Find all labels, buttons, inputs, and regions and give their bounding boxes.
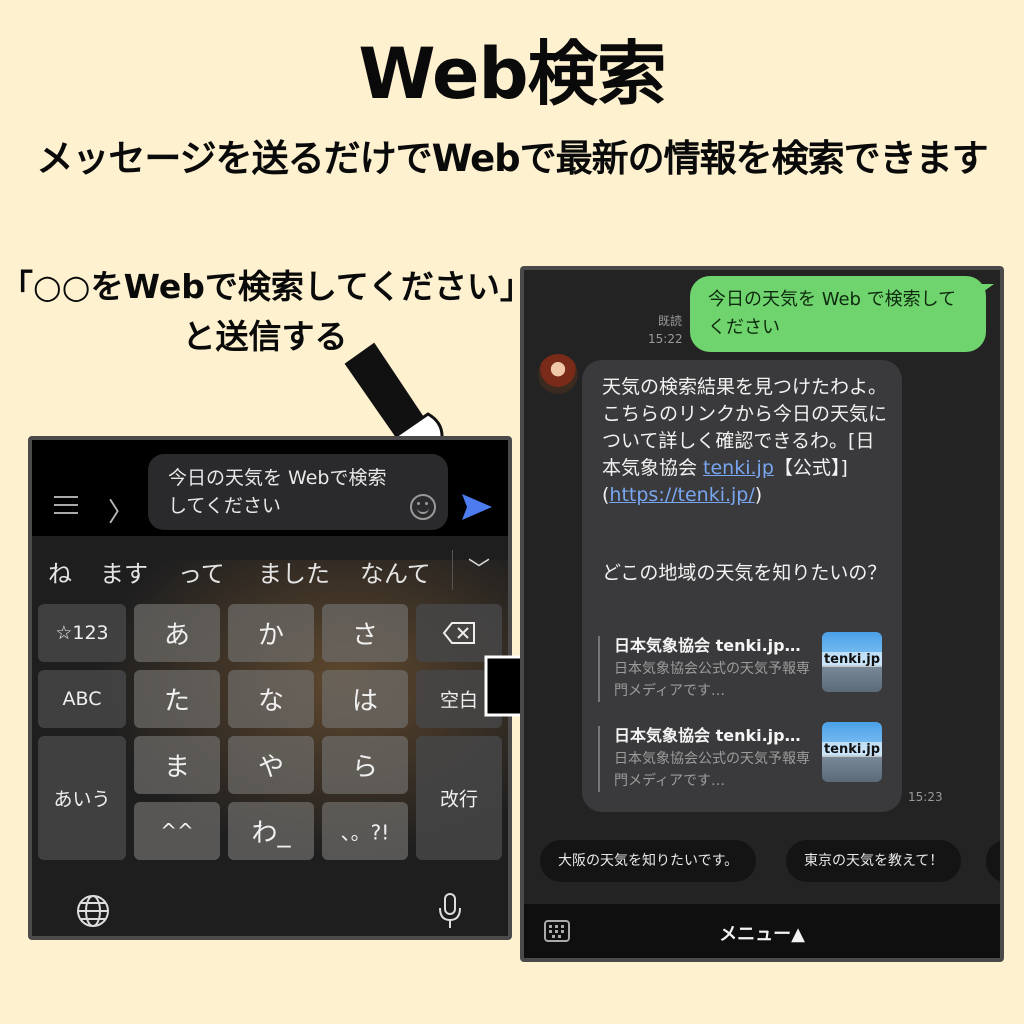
chevron-down-icon[interactable]: ﹀ [468, 552, 490, 584]
key-punctuation[interactable]: 、。?! [322, 802, 408, 860]
read-receipt: 既読 [658, 314, 683, 328]
sent-timestamp: 15:22 [648, 332, 683, 346]
send-icon[interactable] [460, 492, 494, 522]
candidate-item[interactable]: ます [100, 554, 148, 589]
key-ka[interactable]: か [228, 604, 314, 662]
link-preview-card[interactable]: 日本気象協会 tenki.jp【公式】 日本気象協会公式の天気予報専門メディアで… [598, 722, 888, 794]
reply-link-tenki[interactable]: tenki.jp [703, 457, 774, 479]
quick-reply-overflow[interactable] [986, 840, 1000, 882]
link-card-title: 日本気象協会 tenki.jp【公式】 [614, 726, 810, 745]
chat-footer: メニュー▲ [524, 904, 1000, 958]
sent-bubble-tail [980, 284, 994, 294]
key-dakuten[interactable]: ^^ [134, 802, 220, 860]
callout-line-1: 「○○をWebで検索してください」 [0, 267, 533, 306]
page-subtitle: メッセージを送るだけでWebで最新の情報を検索できます [36, 137, 988, 180]
key-ha[interactable]: は [322, 670, 408, 728]
candidate-item[interactable]: ね [48, 554, 72, 589]
menu-toggle[interactable]: メニュー▲ [524, 920, 1000, 946]
chevron-right-icon[interactable]: 〉 [108, 492, 134, 529]
link-card-description: 日本気象協会公式の天気予報専門メディアです… [614, 751, 810, 789]
candidate-divider [452, 550, 453, 590]
keyboard-screen: 〉 今日の天気を Webで検索してください ね ます って ました なんて ﹀ … [28, 436, 512, 940]
reply-question: どこの地域の天気を知りたいの？ [602, 562, 887, 584]
key-na[interactable]: な [228, 670, 314, 728]
received-timestamp: 15:23 [908, 790, 943, 804]
quick-reply-button[interactable]: 大阪の天気を知りたいです。 [540, 840, 757, 882]
key-a[interactable]: あ [134, 604, 220, 662]
reply-text: 天気の検索結果を見つけたわよ。こちらのリンクから今日の天気について詳しく確認でき… [602, 376, 888, 506]
key-abc[interactable]: ABC [38, 670, 126, 728]
link-card-thumbnail: tenki.jp [822, 632, 882, 692]
key-wa[interactable]: わ_ [228, 802, 314, 860]
enter-key[interactable]: 改行 [416, 736, 502, 860]
key-ra[interactable]: ら [322, 736, 408, 794]
link-card-description: 日本気象協会公式の天気予報専門メディアです… [614, 661, 810, 699]
chat-screen: 既読 15:22 今日の天気を Web で検索してください 天気の検索結果を見つ… [520, 266, 1004, 962]
message-input-bar: 〉 今日の天気を Webで検索してください [32, 440, 508, 536]
avatar[interactable] [538, 354, 578, 394]
page-title: Web検索 [358, 33, 666, 115]
microphone-icon[interactable] [438, 892, 462, 930]
link-card-thumbnail: tenki.jp [822, 722, 882, 782]
link-preview-card[interactable]: 日本気象協会 tenki.jp【公式】 日本気象協会公式の天気予報専門メディアで… [598, 632, 888, 704]
key-ya[interactable]: や [228, 736, 314, 794]
candidate-item[interactable]: ました [258, 554, 330, 589]
received-message[interactable]: 天気の検索結果を見つけたわよ。こちらのリンクから今日の天気について詳しく確認でき… [582, 360, 902, 812]
key-symbols[interactable]: ☆123 [38, 604, 126, 662]
quick-reply-button[interactable]: 東京の天気を教えて！ [786, 840, 962, 882]
link-card-title: 日本気象協会 tenki.jp【公式】 [614, 636, 810, 655]
key-sa[interactable]: さ [322, 604, 408, 662]
globe-icon[interactable] [76, 894, 110, 928]
candidate-bar: ね ます って ました なんて [32, 540, 508, 598]
menu-icon[interactable] [54, 496, 78, 514]
backspace-icon [442, 622, 475, 644]
key-ta[interactable]: た [134, 670, 220, 728]
key-ma[interactable]: ま [134, 736, 220, 794]
sent-message[interactable]: 今日の天気を Web で検索してください [690, 276, 986, 352]
key-aiu[interactable]: あいう [38, 736, 126, 860]
message-input[interactable]: 今日の天気を Webで検索してください [148, 454, 448, 530]
reply-link-url[interactable]: https://tenki.jp/ [609, 484, 754, 506]
emoji-icon[interactable] [410, 494, 436, 520]
candidate-item[interactable]: なんて [360, 554, 431, 589]
candidate-item[interactable]: って [178, 554, 225, 589]
